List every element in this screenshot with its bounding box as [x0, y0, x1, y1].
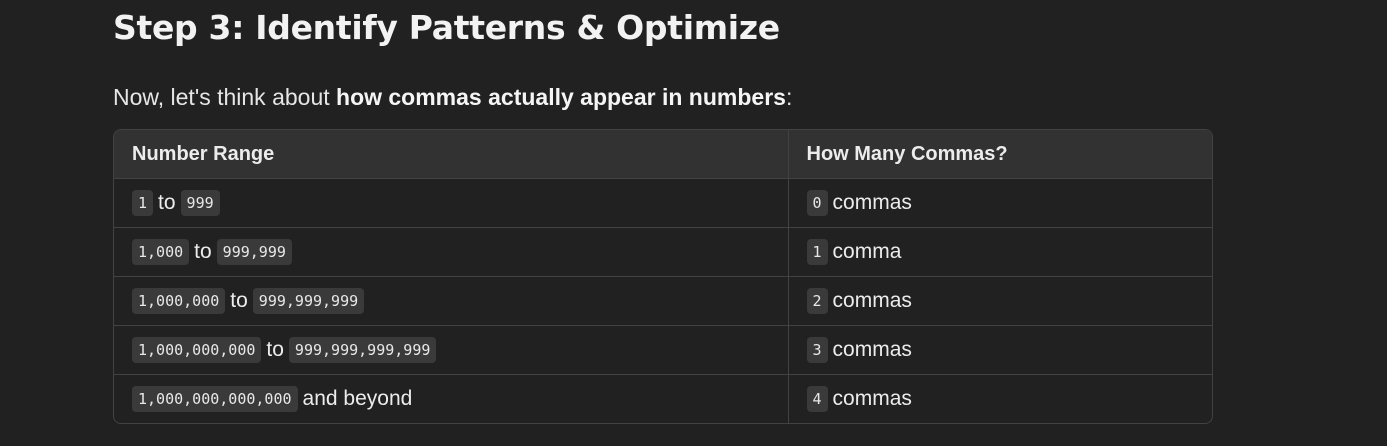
range-start: 1,000	[132, 239, 190, 265]
comma-count-cell: 1 comma	[787, 227, 1212, 277]
comma-table-container: Number Range How Many Commas? 1 to 999 0 co…	[113, 129, 1213, 424]
intro-suffix: :	[785, 84, 793, 110]
table-header-row: Number Range How Many Commas?	[114, 130, 1212, 179]
range-start: 1	[132, 190, 154, 216]
table-row: 1 to 999 0 commas	[114, 178, 1212, 228]
intro-text: Now, let's think about	[113, 84, 337, 110]
range-end: 999,999	[216, 239, 292, 265]
comma-count-cell: 3 commas	[787, 325, 1212, 375]
comma-count-cell: 4 commas	[787, 374, 1212, 423]
comma-unit: commas	[832, 191, 912, 214]
comma-unit: commas	[832, 289, 912, 312]
comma-unit: commas	[832, 387, 912, 410]
table-row: 1,000,000,000 to 999,999,999,999 3 commas	[114, 325, 1212, 375]
range-start: 1,000,000,000	[132, 337, 262, 363]
comma-count: 0	[806, 190, 828, 216]
range-start: 1,000,000,000,000	[132, 386, 298, 412]
range-end: 999,999,999,999	[288, 337, 437, 363]
range-start: 1,000,000	[132, 288, 226, 314]
comma-table: Number Range How Many Commas? 1 to 999 0 co…	[114, 130, 1212, 423]
comma-count: 4	[806, 386, 828, 412]
range-end: 999,999,999	[252, 288, 365, 314]
comma-count: 1	[806, 239, 828, 265]
range-cell: 1,000 to 999,999	[114, 227, 788, 277]
range-connector: and beyond	[302, 387, 413, 410]
column-header-number-range: Number Range	[114, 130, 788, 179]
range-cell: 1 to 999	[114, 178, 788, 228]
comma-count-cell: 0 commas	[787, 178, 1212, 228]
table-row: 1,000 to 999,999 1 comma	[114, 227, 1212, 277]
comma-unit: comma	[832, 240, 902, 263]
column-header-comma-count: How Many Commas?	[787, 130, 1212, 179]
range-cell: 1,000,000,000,000 and beyond	[114, 375, 788, 424]
comma-count: 2	[806, 288, 828, 314]
comma-count: 3	[806, 337, 828, 363]
table-row: 1,000,000,000,000 and beyond 4 commas	[114, 374, 1212, 424]
range-cell: 1,000,000 to 999,999,999	[114, 276, 788, 326]
table-row: 1,000,000 to 999,999,999 2 commas	[114, 276, 1212, 326]
intro-bold-text: how commas actually appear in numbers	[336, 84, 786, 110]
range-cell: 1,000,000,000 to 999,999,999,999	[114, 325, 788, 375]
range-connector: to	[158, 191, 176, 214]
range-connector: to	[266, 338, 284, 361]
intro-paragraph: Now, let's think about how commas actual…	[113, 84, 792, 111]
range-end: 999	[180, 190, 220, 216]
section-heading: Step 3: Identify Patterns & Optimize	[113, 8, 780, 47]
range-connector: to	[230, 289, 248, 312]
comma-count-cell: 2 commas	[787, 276, 1212, 326]
comma-unit: commas	[832, 338, 912, 361]
range-connector: to	[194, 240, 212, 263]
